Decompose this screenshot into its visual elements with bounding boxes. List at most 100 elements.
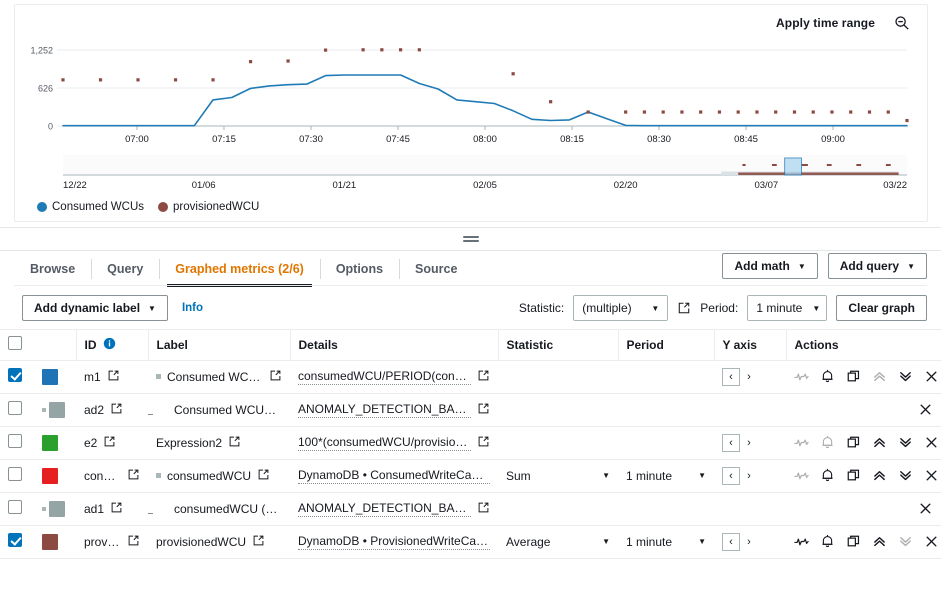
table-row[interactable]: consu...consumedWCUDynamoDB • ConsumedWr… [0,459,941,492]
tab-query[interactable]: Query [91,251,159,287]
color-swatch[interactable] [42,369,58,385]
row-checkbox[interactable] [8,467,22,481]
row-details-text[interactable]: ANOMALY_DETECTION_BAND(... [298,402,471,418]
tab-browse[interactable]: Browse [14,251,91,287]
period-select[interactable]: 1 minute ▼ [747,295,827,321]
color-swatch[interactable] [49,501,65,517]
color-swatch[interactable] [42,435,58,451]
row-details-text[interactable]: 100*(consumedWCU/provision... [298,435,471,451]
panel-resize-handle[interactable] [463,234,479,244]
apply-time-range-button[interactable]: Apply time range [776,16,875,30]
edit-icon[interactable] [677,301,691,315]
edit-icon[interactable] [110,402,123,418]
edit-icon[interactable] [269,369,282,385]
edit-icon[interactable] [110,501,123,517]
yaxis-left-button[interactable]: ‹ [722,533,740,551]
close-icon[interactable] [924,468,939,483]
close-icon[interactable] [924,534,939,549]
close-icon[interactable] [924,435,939,450]
edit-icon[interactable] [127,534,140,550]
color-swatch[interactable] [42,468,58,484]
row-checkbox[interactable] [8,368,22,382]
yaxis-left-button[interactable]: ‹ [722,368,740,386]
legend-item[interactable]: provisionedWCU [158,201,259,213]
yaxis-toggle[interactable]: ‹› [722,434,778,452]
close-icon[interactable] [918,402,933,417]
close-icon[interactable] [924,369,939,384]
row-details-text[interactable]: consumedWCU/PERIOD(consu... [298,369,471,385]
yaxis-right-button[interactable]: › [742,533,756,551]
table-row[interactable]: ad1consumedWCU (e...ANOMALY_DETECTION_BA… [0,492,941,525]
yaxis-right-button[interactable]: › [742,368,756,386]
color-swatch[interactable] [49,402,65,418]
edit-icon[interactable] [228,435,241,451]
row-period-cell[interactable]: 1 minute▼ [618,459,714,492]
copy-icon[interactable] [846,468,861,483]
chevron-down-icon[interactable] [898,534,913,549]
tab-options[interactable]: Options [320,251,399,287]
edit-icon[interactable] [477,435,490,451]
time-range-navigator[interactable]: 12/2201/0601/2102/0502/2003/0703/22 [15,153,929,189]
add-dynamic-label-button[interactable]: Add dynamic label ▼ [22,295,168,321]
metric-chart-plot[interactable]: 06261,25207:0007:1507:3007:4508:0008:150… [15,31,929,145]
info-icon[interactable] [103,337,116,353]
row-statistic-cell[interactable]: Average▼ [498,525,618,558]
chart-line-icon[interactable] [794,435,809,450]
edit-icon[interactable] [103,435,116,451]
table-row[interactable]: provis...provisionedWCUDynamoDB • Provis… [0,525,941,558]
add-query-button[interactable]: Add query ▼ [828,253,927,279]
row-details-text[interactable]: ANOMALY_DETECTION_BAND(... [298,501,471,517]
yaxis-right-button[interactable]: › [742,434,756,452]
tab-graphed-metrics[interactable]: Graphed metrics (2/6) [159,251,320,287]
edit-icon[interactable] [127,468,140,484]
bell-icon[interactable] [820,468,835,483]
edit-icon[interactable] [477,369,490,385]
chevron-up-icon[interactable] [872,468,887,483]
row-checkbox[interactable] [8,434,22,448]
select-all-checkbox[interactable] [8,336,22,350]
tab-source[interactable]: Source [399,251,473,287]
chevron-down-icon[interactable] [898,435,913,450]
edit-icon[interactable] [252,534,265,550]
row-checkbox[interactable] [8,500,22,514]
yaxis-toggle[interactable]: ‹› [722,467,778,485]
row-statistic-select[interactable]: Sum▼ [506,469,610,483]
row-period-select[interactable]: 1 minute▼ [626,535,706,549]
row-statistic-cell[interactable]: Sum▼ [498,459,618,492]
legend-item[interactable]: Consumed WCUs [37,201,144,213]
yaxis-left-button[interactable]: ‹ [722,467,740,485]
chevron-down-icon[interactable] [898,468,913,483]
bell-icon[interactable] [820,369,835,384]
yaxis-toggle[interactable]: ‹› [722,533,778,551]
copy-icon[interactable] [846,534,861,549]
bell-icon[interactable] [820,435,835,450]
add-math-button[interactable]: Add math ▼ [722,253,817,279]
edit-icon[interactable] [107,369,120,385]
row-details-text[interactable]: DynamoDB • ProvisionedWriteCapacit [298,534,490,550]
row-statistic-select[interactable]: Average▼ [506,535,610,549]
bell-icon[interactable] [820,534,835,549]
chevron-down-icon[interactable] [898,369,913,384]
chevron-up-icon[interactable] [872,369,887,384]
chart-line-icon[interactable] [794,369,809,384]
copy-icon[interactable] [846,435,861,450]
row-period-select[interactable]: 1 minute▼ [626,469,706,483]
edit-icon[interactable] [257,468,270,484]
edit-icon[interactable] [477,501,490,517]
color-swatch[interactable] [42,534,58,550]
statistic-select[interactable]: (multiple) ▼ [573,295,668,321]
copy-icon[interactable] [846,369,861,384]
close-icon[interactable] [918,501,933,516]
row-period-cell[interactable]: 1 minute▼ [618,525,714,558]
chart-line-icon[interactable] [794,468,809,483]
table-row[interactable]: ad2Consumed WCUs ...ANOMALY_DETECTION_BA… [0,393,941,426]
edit-icon[interactable] [477,402,490,418]
yaxis-right-button[interactable]: › [742,467,756,485]
chart-line-icon[interactable] [794,534,809,549]
table-row[interactable]: m1Consumed WCUsconsumedWCU/PERIOD(consu.… [0,360,941,393]
yaxis-left-button[interactable]: ‹ [722,434,740,452]
table-row[interactable]: e2Expression2100*(consumedWCU/provision.… [0,426,941,459]
row-checkbox[interactable] [8,401,22,415]
yaxis-toggle[interactable]: ‹› [722,368,778,386]
clear-graph-button[interactable]: Clear graph [836,295,927,321]
